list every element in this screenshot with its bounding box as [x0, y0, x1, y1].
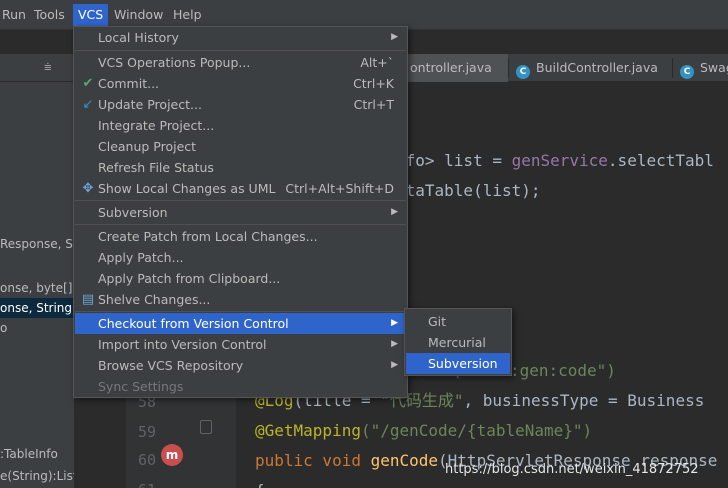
mapping-gutter-icon[interactable]: m: [161, 444, 183, 466]
watermark: https://blog.csdn.net/weixin_41872752: [445, 462, 699, 477]
uml-diagram-icon: ✥: [82, 181, 94, 196]
menu-item-update-project[interactable]: ↙ Update Project... Ctrl+T: [75, 94, 406, 115]
menu-item-subversion[interactable]: Subversion ▶: [75, 202, 406, 223]
menu-window[interactable]: Window: [109, 4, 168, 26]
menu-help[interactable]: Help: [168, 4, 207, 26]
menu-item-commit[interactable]: ✔ Commit... Ctrl+K: [75, 73, 406, 94]
menu-item-label: Browse VCS Repository: [98, 358, 244, 373]
tab-divider: [508, 58, 509, 78]
tab-swagger[interactable]: C Swag: [674, 54, 728, 82]
submenu-item-git[interactable]: Git: [406, 311, 510, 332]
shelve-icon: ▤: [81, 292, 95, 307]
menu-item-label: VCS Operations Popup...: [98, 55, 251, 70]
menu-item-label: Cleanup Project: [98, 139, 197, 154]
menu-item-shortcut: Alt+`: [360, 55, 394, 70]
menu-item-shelve-changes[interactable]: ▤ Shelve Changes...: [75, 289, 406, 310]
vcs-menu: Local History ▶ VCS Operations Popup... …: [73, 26, 408, 398]
menu-item-label: Sync Settings: [98, 379, 184, 394]
submenu-item-label: Subversion: [428, 356, 498, 371]
code-line: ataTable(list);: [396, 181, 541, 200]
menu-item-browse-repository[interactable]: Browse VCS Repository ▶: [75, 355, 406, 376]
class-icon: C: [680, 65, 694, 79]
menu-item-label: Subversion: [98, 205, 168, 220]
project-panel-header: ⩧: [0, 54, 74, 82]
class-icon: C: [516, 65, 530, 79]
menu-separator: [75, 311, 406, 312]
menu-item-checkout[interactable]: Checkout from Version Control ▶: [75, 313, 406, 334]
menu-item-refresh-file-status[interactable]: Refresh File Status: [75, 157, 406, 178]
menu-item-label: Apply Patch...: [98, 250, 184, 265]
submenu-arrow-icon: ▶: [391, 339, 398, 349]
menu-item-label: Apply Patch from Clipboard...: [98, 271, 281, 286]
menu-item-label: Create Patch from Local Changes...: [98, 229, 318, 244]
menu-tools[interactable]: Tools: [29, 4, 70, 26]
submenu-arrow-icon: ▶: [391, 207, 398, 217]
tab-label: ontroller.java: [410, 60, 492, 75]
submenu-item-subversion[interactable]: Subversion: [406, 353, 510, 374]
update-arrow-icon: ↙: [82, 97, 94, 112]
structure-item[interactable]: o: [0, 318, 7, 338]
submenu-arrow-icon: ▶: [391, 318, 398, 328]
submenu-item-mercurial[interactable]: Mercurial: [406, 332, 510, 353]
structure-item[interactable]: Response, St: [0, 234, 74, 254]
menu-separator: [75, 224, 406, 225]
fold-marker-icon[interactable]: [200, 420, 212, 434]
tab-divider: [672, 58, 673, 78]
menu-item-shortcut: Ctrl+Alt+Shift+D: [285, 181, 394, 196]
tab-label: Swag: [700, 60, 728, 75]
menu-item-label: Checkout from Version Control: [98, 316, 289, 331]
structure-item[interactable]: onse, byte[]):v: [0, 278, 74, 298]
menu-item-local-history[interactable]: Local History ▶: [75, 27, 406, 48]
menu-item-apply-patch[interactable]: Apply Patch...: [75, 247, 406, 268]
menu-item-label: Show Local Changes as UML: [98, 181, 276, 196]
menu-item-integrate-project[interactable]: Integrate Project...: [75, 115, 406, 136]
menu-item-shortcut: Ctrl+K: [353, 76, 394, 91]
line-number: 60: [137, 451, 156, 469]
menu-item-shortcut: Ctrl+T: [353, 97, 394, 112]
menu-item-label: Import into Version Control: [98, 337, 267, 352]
menu-item-create-patch[interactable]: Create Patch from Local Changes...: [75, 226, 406, 247]
submenu-item-label: Mercurial: [428, 335, 486, 350]
menu-item-vcs-operations-popup[interactable]: VCS Operations Popup... Alt+`: [75, 52, 406, 73]
checkmark-icon: ✔: [82, 76, 94, 91]
menu-item-label: Commit...: [98, 76, 160, 91]
menu-run[interactable]: Run: [0, 4, 31, 26]
collapse-all-icon[interactable]: ⩧: [44, 60, 60, 76]
checkout-submenu: Git Mercurial Subversion: [404, 308, 512, 376]
menu-item-label: Refresh File Status: [98, 160, 214, 175]
code-line: nfo> list = genService.selectTabl: [396, 151, 714, 170]
menu-item-cleanup-project[interactable]: Cleanup Project: [75, 136, 406, 157]
menu-item-sync-settings: Sync Settings: [75, 376, 406, 397]
line-number: 61: [126, 475, 156, 488]
structure-item-selected[interactable]: onse, String):v: [0, 298, 74, 318]
menu-vcs[interactable]: VCS: [73, 4, 109, 26]
menu-item-apply-patch-clipboard[interactable]: Apply Patch from Clipboard...: [75, 268, 406, 289]
menu-item-import[interactable]: Import into Version Control ▶: [75, 334, 406, 355]
project-panel: Response, St onse, byte[]):v onse, Strin…: [0, 82, 74, 488]
tab-controller[interactable]: ontroller.java: [404, 54, 508, 82]
structure-item[interactable]: :TableInfo: [0, 444, 58, 464]
line-number: 59: [137, 423, 156, 441]
tab-label: BuildController.java: [536, 60, 658, 75]
menu-separator: [75, 50, 406, 51]
menu-item-label: Integrate Project...: [98, 118, 215, 133]
menu-item-label: Update Project...: [98, 97, 202, 112]
structure-item[interactable]: e(String):List<Column: [0, 466, 74, 486]
menu-item-label: Local History: [98, 30, 179, 45]
code-line: {: [255, 476, 265, 488]
submenu-arrow-icon: ▶: [391, 360, 398, 370]
code-line: @GetMapping("/genCode/{tableName}"): [255, 421, 593, 440]
menu-item-label: Shelve Changes...: [98, 292, 211, 307]
submenu-arrow-icon: ▶: [391, 32, 398, 42]
menu-separator: [75, 200, 406, 201]
tab-build-controller[interactable]: C BuildController.java: [510, 54, 672, 82]
submenu-item-label: Git: [428, 314, 447, 329]
menu-item-show-local-changes-uml[interactable]: ✥ Show Local Changes as UML Ctrl+Alt+Shi…: [75, 178, 406, 199]
